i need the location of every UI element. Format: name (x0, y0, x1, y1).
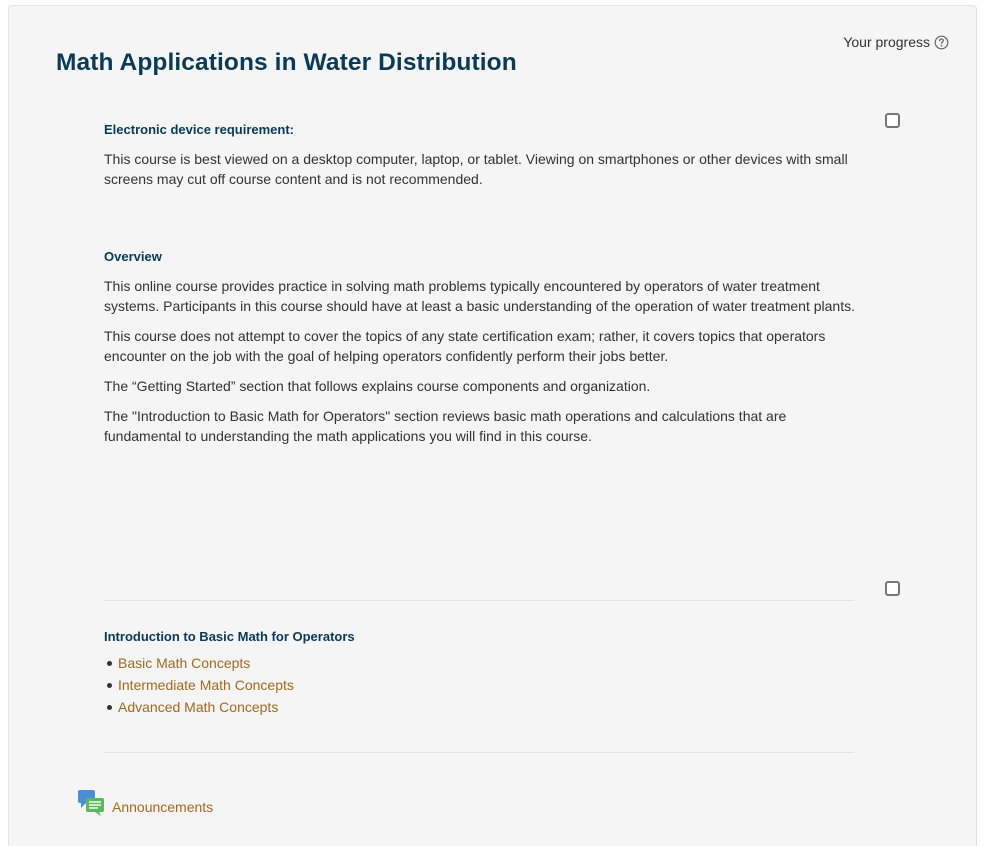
course-section-panel: Your progress Math Applications in Water… (8, 5, 977, 846)
progress-indicator: Your progress (843, 34, 949, 50)
intro-link-list: Basic Math Concepts Intermediate Math Co… (104, 652, 864, 718)
device-requirement-section: Electronic device requirement: This cour… (104, 122, 864, 199)
completion-checkbox-2[interactable] (885, 581, 900, 596)
overview-heading: Overview (104, 249, 162, 264)
divider-top (104, 600, 854, 601)
overview-paragraph-4: The "Introduction to Basic Math for Oper… (104, 408, 787, 444)
announcements-link[interactable]: Announcements (112, 799, 213, 815)
advanced-math-link[interactable]: Advanced Math Concepts (118, 699, 278, 715)
overview-paragraph-2: This course does not attempt to cover th… (104, 328, 826, 364)
page-title: Math Applications in Water Distribution (56, 49, 517, 76)
intermediate-math-link[interactable]: Intermediate Math Concepts (118, 677, 294, 693)
intro-heading: Introduction to Basic Math for Operators (104, 629, 355, 644)
device-text: This course is best viewed on a desktop … (104, 151, 848, 187)
list-item: Advanced Math Concepts (107, 696, 864, 718)
divider-bottom (104, 752, 854, 753)
completion-checkbox-1[interactable] (885, 113, 900, 128)
list-item: Intermediate Math Concepts (107, 674, 864, 696)
basic-math-link[interactable]: Basic Math Concepts (118, 655, 250, 671)
forum-icon (77, 788, 106, 820)
progress-label: Your progress (843, 34, 930, 50)
intro-math-section: Introduction to Basic Math for Operators… (104, 629, 864, 718)
overview-paragraph-3: The “Getting Started” section that follo… (104, 378, 651, 394)
overview-section: Overview This online course provides pra… (104, 249, 864, 456)
device-heading: Electronic device requirement: (104, 122, 295, 137)
help-icon[interactable] (934, 35, 949, 50)
list-item: Basic Math Concepts (107, 652, 864, 674)
overview-paragraph-1: This online course provides practice in … (104, 278, 855, 314)
announcements-activity[interactable]: Announcements (77, 788, 213, 820)
